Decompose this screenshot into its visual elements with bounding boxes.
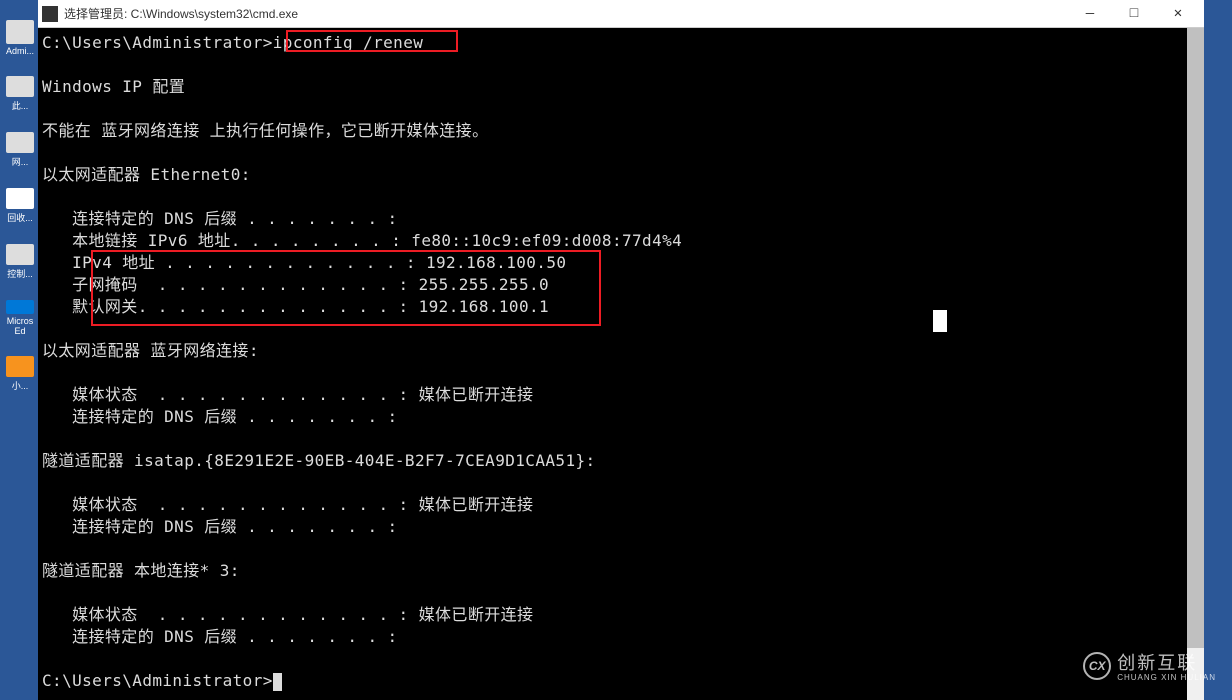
desktop-icon[interactable]: 回收...: [2, 188, 38, 224]
watermark-logo-icon: CX: [1083, 652, 1111, 680]
minimize-button[interactable]: —: [1068, 0, 1112, 28]
cmd-icon: [42, 6, 58, 22]
window-title: 选择管理员: C:\Windows\system32\cmd.exe: [64, 5, 1068, 22]
adapter-bluetooth-title: 以太网适配器 蓝牙网络连接:: [42, 341, 259, 360]
desktop-icon[interactable]: 此...: [2, 76, 38, 112]
desktop-icons-column: Admi... 此... 网... 回收... 控制... Micros Ed …: [0, 0, 40, 700]
ipv6-line: 本地链接 IPv6 地址. . . . . . . . : fe80::10c9…: [42, 231, 682, 250]
command-text: ipconfig /renew: [273, 33, 424, 52]
prompt-line: C:\Users\Administrator>ipconfig /renew: [42, 33, 423, 52]
watermark-text: 创新互联: [1117, 649, 1216, 675]
adapter-local3-title: 隧道适配器 本地连接* 3:: [42, 561, 240, 580]
watermark: CX 创新互联 CHUANG XIN HULIAN: [1083, 649, 1216, 682]
dns-suffix-line: 连接特定的 DNS 后缀 . . . . . . . :: [42, 407, 398, 426]
terminal-content: C:\Users\Administrator>ipconfig /renew W…: [42, 32, 1200, 692]
adapter-isatap-title: 隧道适配器 isatap.{8E291E2E-90EB-404E-B2F7-7C…: [42, 451, 596, 470]
cursor: [273, 673, 282, 691]
default-gateway-line: 默认网关. . . . . . . . . . . . . : 192.168.…: [42, 297, 549, 316]
maximize-button[interactable]: □: [1112, 0, 1156, 28]
desktop-icon[interactable]: 控制...: [2, 244, 38, 280]
dns-suffix-line: 连接特定的 DNS 后缀 . . . . . . . :: [42, 209, 398, 228]
subnet-mask-line: 子网掩码 . . . . . . . . . . . . : 255.255.2…: [42, 275, 549, 294]
media-state-line: 媒体状态 . . . . . . . . . . . . : 媒体已断开连接: [42, 605, 533, 624]
close-button[interactable]: ✕: [1156, 0, 1200, 28]
ip-config-header: Windows IP 配置: [42, 77, 185, 96]
terminal-output[interactable]: C:\Users\Administrator>ipconfig /renew W…: [38, 28, 1204, 700]
window-controls: — □ ✕: [1068, 0, 1200, 28]
desktop-icon[interactable]: Micros Ed: [2, 300, 38, 336]
bluetooth-error: 不能在 蓝牙网络连接 上执行任何操作，它已断开媒体连接。: [42, 121, 488, 140]
dns-suffix-line: 连接特定的 DNS 后缀 . . . . . . . :: [42, 627, 398, 646]
desktop-icon[interactable]: 网...: [2, 132, 38, 168]
dns-suffix-line: 连接特定的 DNS 后缀 . . . . . . . :: [42, 517, 398, 536]
desktop-icon[interactable]: 小...: [2, 356, 38, 392]
ipv4-line: IPv4 地址 . . . . . . . . . . . . : 192.16…: [42, 253, 566, 272]
media-state-line: 媒体状态 . . . . . . . . . . . . : 媒体已断开连接: [42, 385, 533, 404]
selection-cursor: [933, 310, 947, 332]
cmd-window: 选择管理员: C:\Windows\system32\cmd.exe — □ ✕…: [38, 0, 1204, 700]
media-state-line: 媒体状态 . . . . . . . . . . . . : 媒体已断开连接: [42, 495, 533, 514]
scrollbar[interactable]: [1187, 28, 1204, 700]
adapter-ethernet0-title: 以太网适配器 Ethernet0:: [42, 165, 251, 184]
title-bar[interactable]: 选择管理员: C:\Windows\system32\cmd.exe — □ ✕: [38, 0, 1204, 28]
scrollbar-thumb[interactable]: [1187, 28, 1204, 648]
watermark-subtext: CHUANG XIN HULIAN: [1117, 673, 1216, 682]
desktop-icon[interactable]: Admi...: [2, 20, 38, 56]
prompt-line: C:\Users\Administrator>: [42, 671, 282, 690]
